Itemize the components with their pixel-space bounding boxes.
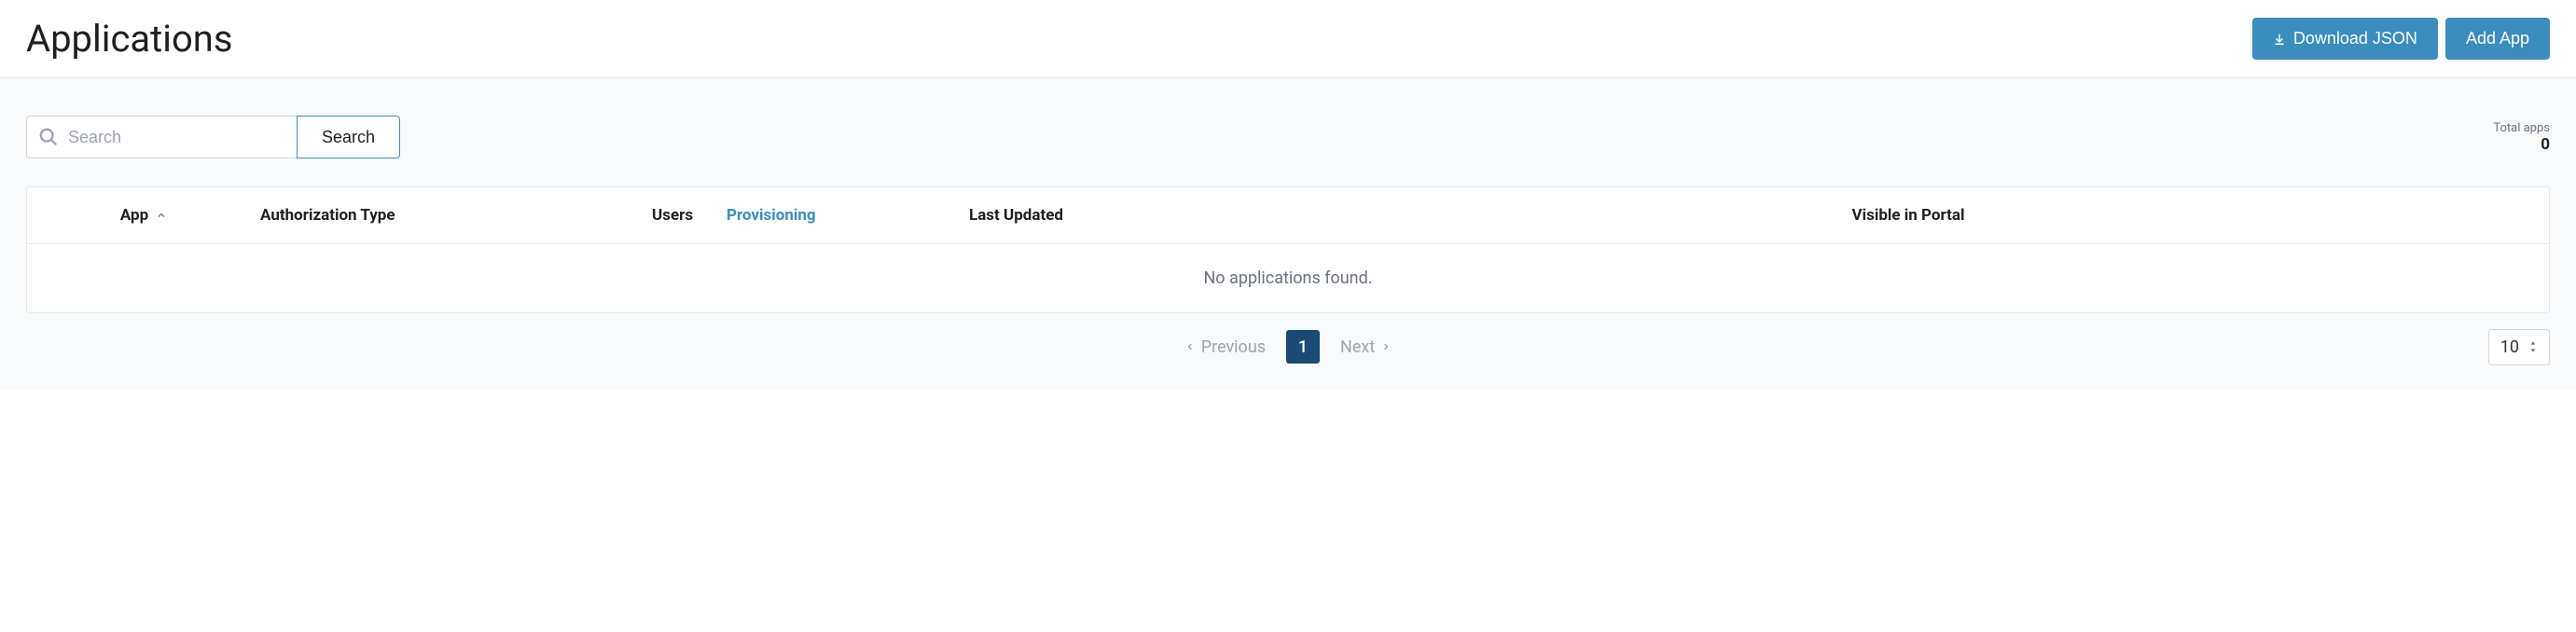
totals-block: Total apps 0	[2493, 121, 2550, 154]
download-icon	[2273, 33, 2286, 46]
page-title: Applications	[26, 17, 233, 61]
search-input[interactable]	[27, 117, 297, 158]
pagination-next-label: Next	[1340, 337, 1375, 357]
column-header-provisioning[interactable]: Provisioning	[727, 206, 969, 225]
search-row: Search Total apps 0	[26, 116, 2550, 158]
pagination-next[interactable]: Next	[1340, 337, 1392, 357]
table-header-row: App Authorization Type Users Provisionin…	[27, 187, 2549, 244]
column-header-app[interactable]: App	[27, 206, 260, 225]
column-header-last-updated[interactable]: Last Updated	[969, 206, 1267, 225]
add-app-button[interactable]: Add App	[2445, 18, 2550, 60]
paginator-row: Previous 1 Next 10	[26, 330, 2550, 364]
search-icon	[38, 127, 59, 147]
page-size-value: 10	[2500, 337, 2519, 357]
column-header-users[interactable]: Users	[652, 206, 727, 225]
search-group: Search	[26, 116, 400, 158]
select-arrows-icon	[2528, 340, 2538, 353]
table-empty-message: No applications found.	[27, 244, 2549, 312]
content-area: Search Total apps 0 App Authorization Ty…	[0, 78, 2576, 390]
column-header-app-label: App	[120, 206, 148, 225]
page-header: Applications Download JSON Add App	[0, 0, 2576, 78]
column-header-visible-in-portal[interactable]: Visible in Portal	[1267, 206, 2549, 225]
chevron-left-icon	[1184, 337, 1196, 357]
sort-asc-icon	[156, 210, 167, 221]
column-header-auth-type[interactable]: Authorization Type	[260, 206, 652, 225]
pagination-previous-label: Previous	[1201, 337, 1266, 357]
pagination-previous[interactable]: Previous	[1184, 337, 1266, 357]
header-actions: Download JSON Add App	[2252, 18, 2550, 60]
totals-label: Total apps	[2493, 121, 2550, 135]
pagination-current-page[interactable]: 1	[1286, 330, 1320, 364]
download-json-label: Download JSON	[2293, 29, 2417, 48]
search-input-wrap	[26, 116, 297, 158]
paginator: Previous 1 Next	[1184, 330, 1392, 364]
download-json-button[interactable]: Download JSON	[2252, 18, 2438, 60]
applications-table: App Authorization Type Users Provisionin…	[26, 186, 2550, 313]
search-button[interactable]: Search	[297, 116, 400, 158]
chevron-right-icon	[1380, 337, 1392, 357]
add-app-label: Add App	[2466, 29, 2529, 48]
totals-count: 0	[2493, 135, 2550, 154]
page-size-select[interactable]: 10	[2488, 329, 2550, 365]
